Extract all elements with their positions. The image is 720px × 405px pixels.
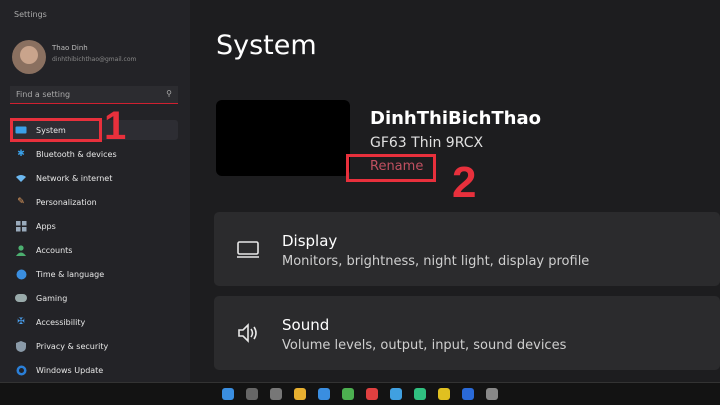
sidebar-item-accounts[interactable]: Accounts — [10, 240, 178, 260]
annotation-number-2: 2 — [452, 158, 477, 207]
app-icon[interactable] — [342, 388, 354, 400]
user-name: Thao Dinh — [52, 44, 88, 52]
device-model: GF63 Thin 9RCX — [370, 135, 484, 151]
app-icon[interactable] — [390, 388, 402, 400]
globe-clock-icon — [14, 268, 28, 280]
app-icon[interactable] — [462, 388, 474, 400]
sidebar-item-label: Windows Update — [36, 365, 104, 375]
update-icon — [14, 364, 28, 376]
sidebar-item-label: Accessibility — [36, 317, 86, 327]
edge-icon[interactable] — [318, 388, 330, 400]
page-title: System — [216, 30, 317, 61]
start-icon[interactable] — [222, 388, 234, 400]
chrome-icon[interactable] — [438, 388, 450, 400]
sidebar-item-label: Gaming — [36, 293, 68, 303]
taskbar — [0, 382, 720, 405]
accessibility-icon: ✠ — [17, 317, 25, 327]
shield-icon — [14, 340, 28, 352]
sidebar-item-gaming[interactable]: Gaming — [10, 288, 178, 308]
sidebar-item-time-language[interactable]: Time & language — [10, 264, 178, 284]
app-icon[interactable] — [366, 388, 378, 400]
task-view-icon[interactable] — [270, 388, 282, 400]
search-icon[interactable]: ⚲ — [166, 89, 172, 98]
sidebar-item-apps[interactable]: Apps — [10, 216, 178, 236]
display-card[interactable]: Display Monitors, brightness, night ligh… — [214, 212, 720, 286]
sidebar-item-label: Network & internet — [36, 173, 113, 183]
sidebar-item-label: Personalization — [36, 197, 97, 207]
sound-card[interactable]: Sound Volume levels, output, input, soun… — [214, 296, 720, 370]
search-input[interactable]: Find a setting ⚲ — [10, 86, 178, 104]
device-image — [216, 100, 350, 176]
avatar[interactable] — [12, 40, 46, 74]
sidebar-item-label: Apps — [36, 221, 56, 231]
sidebar-item-label: Privacy & security — [36, 341, 109, 351]
gamepad-icon — [14, 292, 28, 304]
sidebar-item-label: Bluetooth & devices — [36, 149, 117, 159]
search-taskbar-icon[interactable] — [246, 388, 258, 400]
sidebar-item-personalization[interactable]: ✎ Personalization — [10, 192, 178, 212]
device-name: DinhThiBichThao — [370, 108, 541, 129]
apps-icon — [14, 220, 28, 232]
settings-taskbar-icon[interactable] — [486, 388, 498, 400]
sidebar-item-privacy[interactable]: Privacy & security — [10, 336, 178, 356]
display-icon — [236, 237, 260, 261]
card-title: Display — [282, 232, 338, 250]
card-subtitle: Monitors, brightness, night light, displ… — [282, 254, 590, 269]
sidebar: Settings Thao Dinh dinhthibichthao@gmail… — [0, 0, 190, 382]
sidebar-item-label: Accounts — [36, 245, 73, 255]
card-subtitle: Volume levels, output, input, sound devi… — [282, 338, 567, 353]
sidebar-item-accessibility[interactable]: ✠ Accessibility — [10, 312, 178, 332]
sidebar-item-network[interactable]: Network & internet — [10, 168, 178, 188]
wifi-icon — [14, 172, 28, 184]
window-title: Settings — [14, 10, 47, 19]
annotation-number-1: 1 — [104, 104, 127, 148]
search-placeholder: Find a setting — [16, 90, 71, 99]
app-icon[interactable] — [414, 388, 426, 400]
sidebar-item-windows-update[interactable]: Windows Update — [10, 360, 178, 380]
bluetooth-icon: ✱ — [17, 149, 25, 159]
highlight-box-system — [10, 118, 102, 142]
brush-icon: ✎ — [17, 197, 25, 207]
person-icon — [14, 244, 28, 256]
file-explorer-icon[interactable] — [294, 388, 306, 400]
card-title: Sound — [282, 316, 330, 334]
sidebar-item-bluetooth[interactable]: ✱ Bluetooth & devices — [10, 144, 178, 164]
highlight-box-rename — [346, 154, 436, 182]
sidebar-item-label: Time & language — [36, 269, 105, 279]
speaker-icon — [236, 321, 260, 345]
user-email: dinhthibichthao@gmail.com — [52, 56, 137, 63]
